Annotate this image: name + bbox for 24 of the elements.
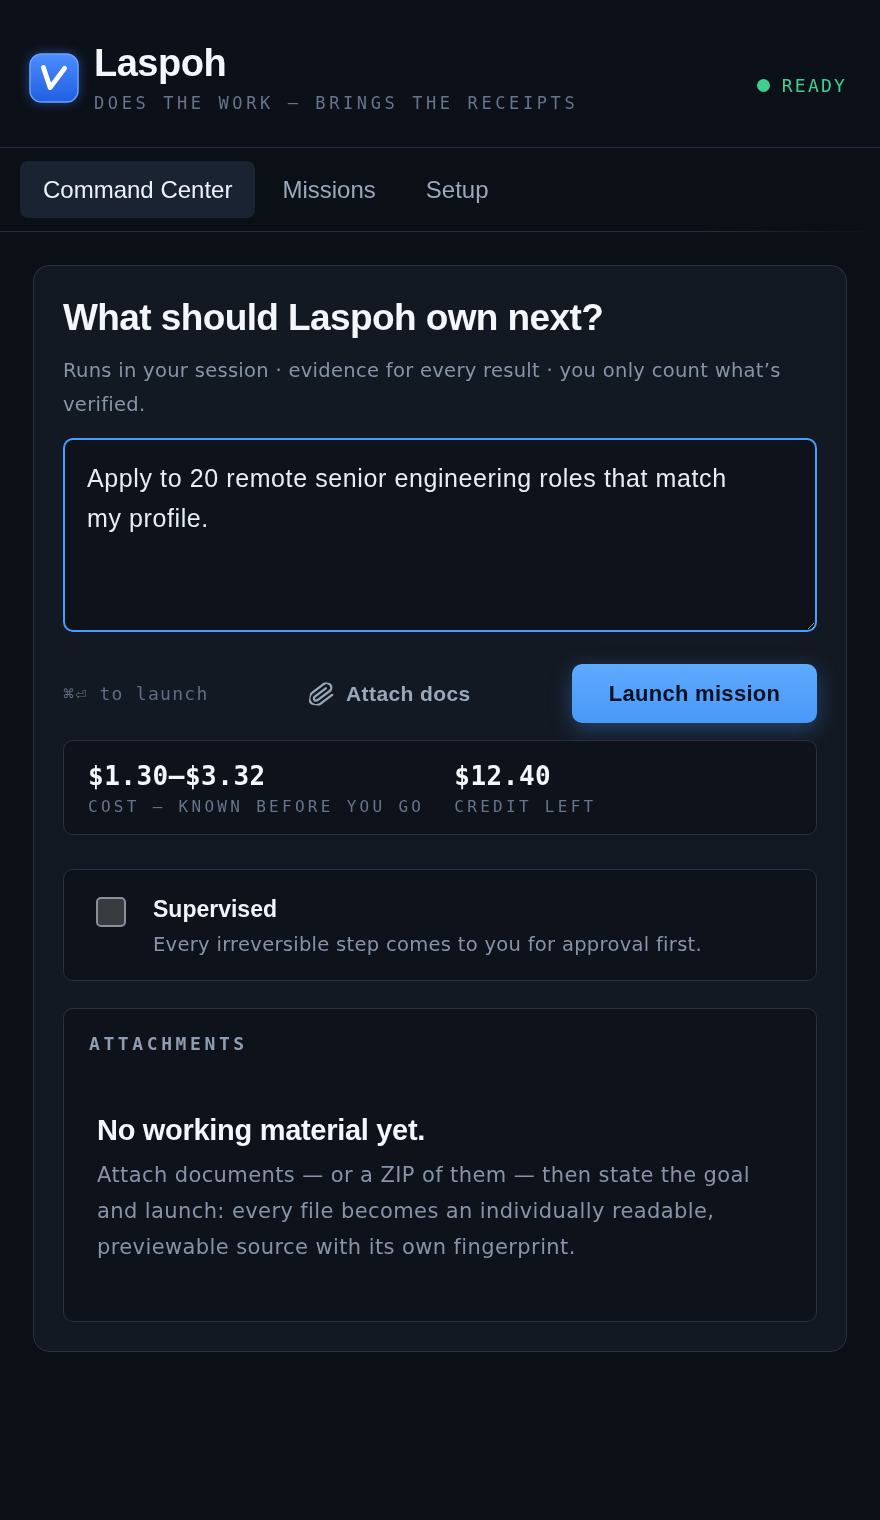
tagline: DOES THE WORK — BRINGS THE RECEIPTS (94, 92, 579, 115)
stat-value: $1.30–$3.32 (88, 761, 267, 791)
supervised-checkbox[interactable] (96, 897, 126, 927)
stat-label: CREDIT LEFT (454, 797, 597, 816)
launch-mission-button[interactable]: Launch mission (572, 664, 817, 723)
nav-tab[interactable]: Missions (259, 161, 399, 218)
shortcut-hint: ⌘⏎ to launch (63, 683, 209, 704)
composer-heading: What should Laspoh own next? (63, 296, 605, 340)
supervised-description: Every irreversible step comes to you for approval first. (153, 933, 703, 956)
empty-state-title: No working material yet. (97, 1114, 426, 1147)
app-name: Laspoh (94, 41, 228, 86)
nav-tab[interactable]: Command Center (20, 161, 256, 218)
status-dot-icon (756, 78, 770, 92)
logo-check-icon (29, 53, 79, 103)
status-label: READY (781, 74, 847, 96)
empty-state-text: Attach documents — or a ZIP of them — then state the goal and launch: every file becomes an individually readable, previewable source with its own fingerprint. (97, 1162, 752, 1261)
supervised-label: Supervised (153, 896, 278, 923)
goal-input[interactable]: Apply to 20 remote senior engineering roles that match my profile. (63, 438, 817, 632)
nav-tab[interactable]: Setup (402, 161, 512, 218)
stat-label: COST — KNOWN BEFORE YOU GO (88, 797, 425, 816)
attach-docs-button[interactable]: Attach docs (310, 681, 471, 706)
stat-value: $12.40 (454, 761, 553, 791)
composer-subheading: Runs in your session · evidence for every result · you only count what’s verified. (63, 358, 782, 418)
attachments-heading: ATTACHMENTS (89, 1033, 249, 1054)
